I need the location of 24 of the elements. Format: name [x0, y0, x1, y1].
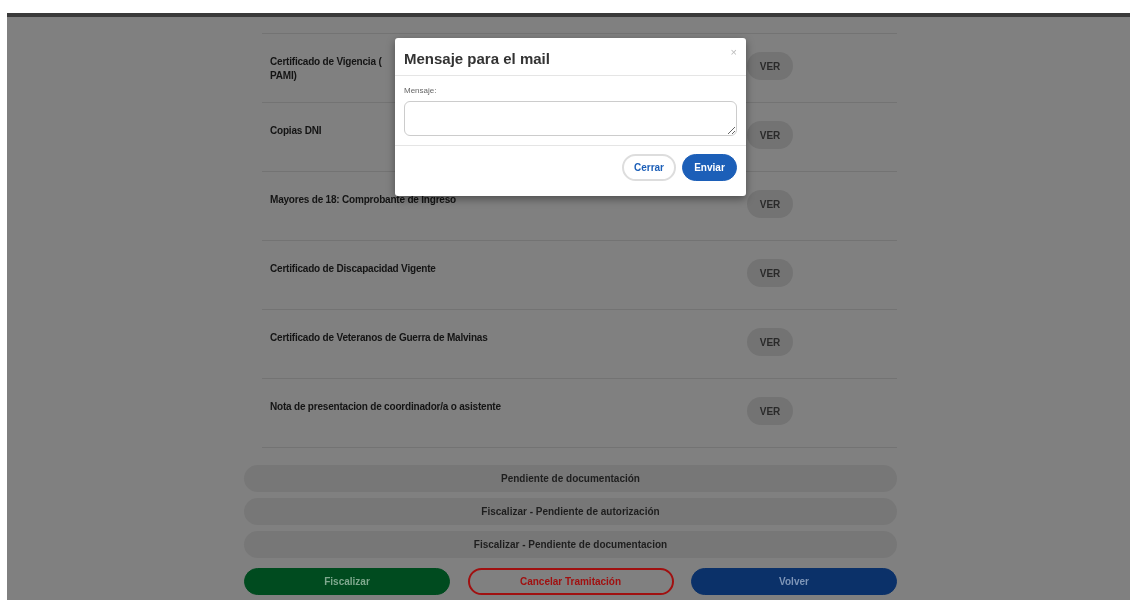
action-button[interactable]: Cancelar Tramitación	[467, 568, 674, 595]
action-button[interactable]: Volver	[691, 568, 897, 595]
close-button[interactable]: ×	[730, 47, 737, 58]
view-button[interactable]: VER	[747, 397, 793, 425]
dialog-button[interactable]: Cerrar	[622, 154, 676, 181]
document-title: Copias DNI	[270, 124, 322, 138]
document-title: Mayores de 18: Comprobante de Ingreso	[270, 193, 456, 207]
dialog-button[interactable]: Enviar	[682, 154, 737, 181]
dialog-title: Mensaje para el mail	[404, 50, 550, 67]
document-title: Certificado de Discapacidad Vigente	[270, 262, 436, 276]
document-title: Certificado de Vigencia ( PAMI)	[270, 55, 382, 83]
view-button[interactable]: VER	[747, 259, 793, 287]
view-button[interactable]: VER	[747, 121, 793, 149]
field-label: Mensaje:	[404, 86, 438, 95]
view-button[interactable]: VER	[747, 52, 793, 80]
document-title: Nota de presentacion de coordinador/a o asistente	[270, 400, 501, 414]
message-field[interactable]	[404, 101, 737, 136]
document-title: Certificado de Veteranos de Guerra de Malvinas	[270, 331, 488, 345]
view-button[interactable]: VER	[747, 190, 793, 218]
view-button[interactable]: VER	[747, 328, 793, 356]
status-button[interactable]: Fiscalizar - Pendiente de autorización	[244, 498, 897, 525]
status-button[interactable]: Pendiente de documentación	[244, 465, 897, 492]
action-button[interactable]: Fiscalizar	[244, 568, 450, 595]
status-button[interactable]: Fiscalizar - Pendiente de documentacion	[244, 531, 897, 558]
